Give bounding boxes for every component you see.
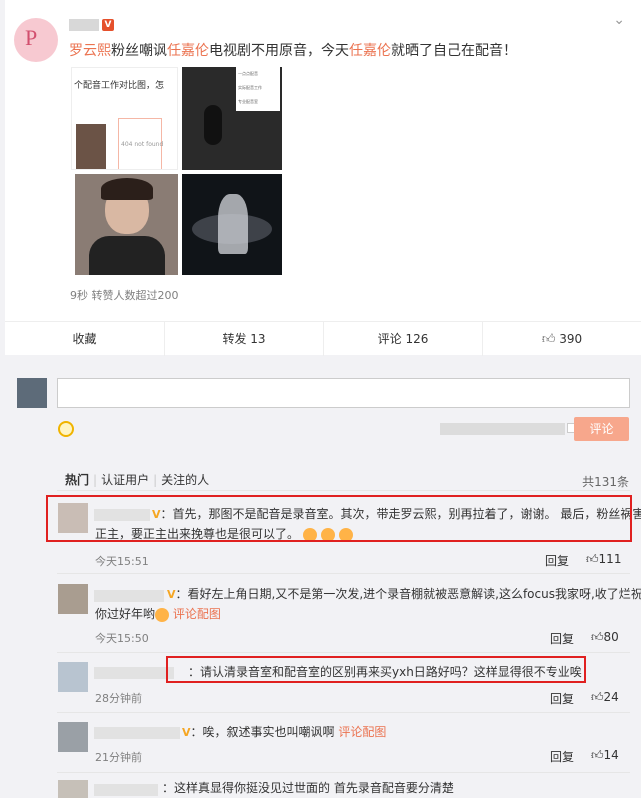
repost-option-blurred — [440, 423, 565, 435]
comment-time: 21分钟前 — [95, 751, 142, 764]
reply-button[interactable]: 回复 — [550, 630, 574, 647]
commenter-name-blurred[interactable] — [94, 784, 158, 796]
note-line: 专业配音室 — [238, 99, 258, 104]
emoji-icon[interactable] — [58, 421, 74, 437]
note-line: 实际配音工作 — [238, 85, 262, 90]
commenter-name-blurred[interactable] — [94, 727, 180, 739]
divider — [57, 712, 630, 713]
comment-avatar[interactable] — [58, 662, 88, 692]
thumbs-up-icon: 👍︎ — [541, 332, 556, 347]
smile-emoji-icon — [155, 607, 170, 622]
comment-like-count: 14 — [603, 748, 619, 762]
tab-followed[interactable]: 关注的人 — [157, 473, 213, 487]
post-text-part: 粉丝嘲讽 — [111, 43, 167, 59]
post-text-part: 电视剧不用原音，今天 — [209, 43, 349, 59]
avatar-glyph: P — [25, 25, 38, 50]
post-image-1[interactable]: 个配音工作对比图，怎 404 not found — [71, 67, 178, 170]
reply-button[interactable]: 回复 — [550, 748, 574, 765]
current-user-avatar — [17, 378, 47, 408]
comment-like-count: 80 — [603, 630, 619, 644]
tab-hot[interactable]: 热门 — [57, 473, 93, 487]
microphone-shape — [204, 105, 222, 145]
comment-total: 共131条 — [582, 475, 629, 489]
comment-text-line: ：唉，叙述事实也叫嘲讽啊 — [190, 725, 335, 739]
post-text-part: 就晒了自己在配音！ — [391, 43, 517, 59]
thumbs-up-icon: 👍︎ — [591, 630, 604, 644]
mention-link-renjialun[interactable]: 任嘉伦 — [167, 43, 209, 59]
comment-button[interactable]: 评论 126 — [323, 322, 482, 356]
post-image-2[interactable]: 一点点配音 实际配音工作 专业配音室 — [182, 67, 282, 170]
person-hair — [101, 178, 153, 200]
verified-v-icon: V — [182, 726, 191, 739]
comment-like-button[interactable]: 👍︎14 — [591, 748, 619, 763]
comment-input[interactable] — [57, 378, 630, 408]
post-image-3[interactable] — [75, 174, 178, 275]
like-count: 390 — [559, 332, 583, 346]
comment-like-button[interactable]: 👍︎24 — [591, 690, 619, 705]
character-figure — [218, 194, 248, 254]
image-frame: 404 not found — [118, 118, 164, 169]
comment-text: V：看好左上角日期,又不是第一次发,进个录音棚就被恶意解读,这么focus我家呀… — [167, 584, 641, 605]
post-image-4[interactable] — [182, 174, 282, 275]
favorite-button[interactable]: 收藏 — [5, 322, 164, 356]
like-button[interactable]: 👍︎ 390 — [482, 322, 641, 356]
image-404-text: 404 not found — [121, 141, 164, 148]
commenter-name-blurred[interactable] — [94, 667, 174, 679]
thumbs-up-icon: 👍︎ — [591, 690, 604, 704]
image-person-thumb — [76, 124, 106, 169]
comment-like-button[interactable]: 👍︎80 — [591, 630, 619, 645]
image-note: 一点点配音 实际配音工作 专业配音室 — [236, 67, 280, 111]
comment-text-line: ：看好左上角日期,又不是第一次发,进个录音棚就被恶意解读,这么focus我家呀,… — [175, 587, 631, 601]
comment-text-line: ：这样真显得你挺没见过世面的 首先录音配音要分清楚 — [162, 781, 454, 795]
reply-button[interactable]: 回复 — [550, 690, 574, 707]
submit-comment-button[interactable]: 评论 — [574, 417, 629, 441]
comment-text: V：唉，叙述事实也叫嘲讽啊 评论配图 — [182, 722, 386, 743]
comment-time: 28分钟前 — [95, 692, 142, 705]
person-sweater — [89, 236, 165, 275]
comment-filter-tabs: 热门 | 认证用户 | 关注的人 — [57, 471, 213, 488]
post-meta: 9秒 转赞人数超过200 — [70, 289, 179, 302]
view-comment-image-link[interactable]: 评论配图 — [338, 725, 386, 739]
comment-avatar[interactable] — [58, 584, 88, 614]
hashtag-link-luoyunxi[interactable]: 罗云熙 — [69, 43, 111, 59]
comment-text-line: 祝 — [630, 587, 641, 601]
author-avatar[interactable]: P — [14, 18, 58, 62]
divider — [57, 652, 630, 653]
comment-time: 今天15:51 — [95, 555, 149, 568]
reply-button[interactable]: 回复 — [545, 552, 569, 569]
comment-text-line: 你过好年哟 — [95, 607, 156, 621]
comment-text: ：这样真显得你挺没见过世面的 首先录音配音要分清楚 — [162, 778, 454, 798]
comment-text: 你过好年哟 评论配图 — [95, 604, 221, 624]
verified-v-icon: V — [167, 588, 176, 601]
image-caption: 个配音工作对比图，怎 — [74, 81, 165, 91]
highlight-box — [46, 495, 632, 542]
repost-button[interactable]: 转发 13 — [164, 322, 323, 356]
note-line: 一点点配音 — [238, 71, 258, 76]
comment-avatar[interactable] — [58, 722, 88, 752]
author-name-blurred[interactable] — [69, 19, 99, 31]
highlight-box — [166, 656, 586, 683]
comment-time: 今天15:50 — [95, 632, 149, 645]
divider — [57, 490, 630, 491]
view-comment-image-link[interactable]: 评论配图 — [173, 607, 221, 621]
post-text: 罗云熙粉丝嘲讽任嘉伦电视剧不用原音，今天任嘉伦就晒了自己在配音！ — [69, 41, 517, 61]
comment-like-button[interactable]: 👍︎111 — [586, 552, 621, 567]
verified-badge-icon: V — [102, 19, 114, 31]
thumbs-up-icon: 👍︎ — [586, 552, 599, 566]
divider — [57, 573, 630, 574]
comment-like-count: 24 — [603, 690, 619, 704]
comment-like-count: 111 — [598, 552, 622, 566]
divider — [57, 772, 630, 773]
mention-link-renjialun-2[interactable]: 任嘉伦 — [349, 43, 391, 59]
post-action-bar: 收藏 转发 13 评论 126 👍︎ 390 — [5, 321, 641, 356]
thumbs-up-icon: 👍︎ — [591, 748, 604, 762]
comment-avatar[interactable] — [58, 780, 88, 798]
tab-verified[interactable]: 认证用户 — [97, 473, 153, 487]
chevron-down-icon[interactable]: ⌄ — [613, 12, 625, 28]
commenter-name-blurred[interactable] — [94, 590, 164, 602]
